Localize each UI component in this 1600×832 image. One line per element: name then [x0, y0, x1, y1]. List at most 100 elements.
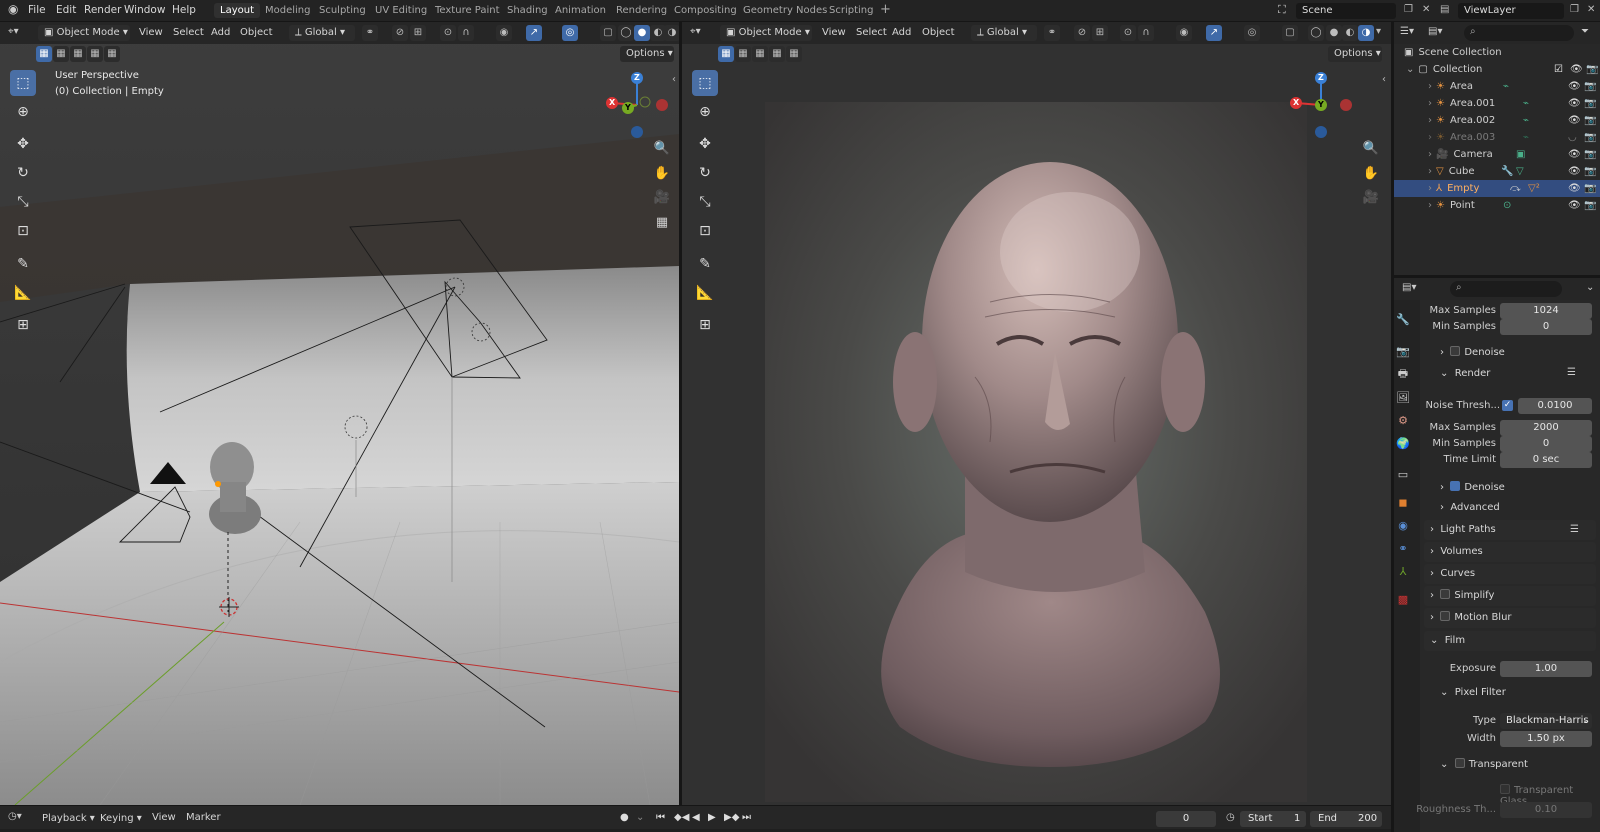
exposure-field[interactable]: 1.00: [1500, 661, 1592, 677]
scene-icon[interactable]: ⛶: [1278, 3, 1286, 17]
outliner-editor-icon[interactable]: ☰▾: [1400, 26, 1414, 37]
editor-type-icon[interactable]: ⌖▾: [8, 26, 19, 37]
rendered-shading-icon[interactable]: ◑: [1358, 25, 1374, 41]
viewport-right[interactable]: ⌖▾ ▣ Object Mode ▾ View Select Add Objec…: [682, 22, 1391, 805]
play-reverse-icon[interactable]: ◀: [692, 812, 700, 823]
menu-select[interactable]: Select: [856, 27, 887, 38]
pin-dropdown-icon[interactable]: ⌄: [1586, 282, 1594, 293]
snap-target-icon[interactable]: ⊞: [410, 25, 426, 41]
annotate-tool[interactable]: ✎: [692, 251, 718, 277]
tab-layout[interactable]: Layout: [214, 3, 260, 18]
render-camera-icon[interactable]: 📷: [1584, 95, 1596, 112]
transform-tool[interactable]: ⊡: [10, 218, 36, 244]
visibility-icon[interactable]: ◉: [1176, 25, 1192, 41]
expand-arrow-icon[interactable]: ›: [1428, 81, 1432, 92]
add-workspace-icon[interactable]: +: [880, 2, 891, 17]
overlay-toggle-icon[interactable]: ◎: [562, 25, 578, 41]
zoom-icon[interactable]: 🔍: [651, 138, 673, 160]
options-button[interactable]: Options ▾: [620, 46, 674, 62]
expand-arrow-icon[interactable]: ›: [1428, 200, 1432, 211]
menu-select[interactable]: Select: [173, 27, 204, 38]
pivot-icon[interactable]: ⚭: [1044, 25, 1060, 41]
visibility-icon[interactable]: ◉: [496, 25, 512, 41]
select-new-icon[interactable]: ▦: [718, 46, 734, 62]
new-scene-icon[interactable]: ❐: [1404, 4, 1413, 15]
select-intersect-icon[interactable]: ▦: [786, 46, 802, 62]
keying-menu[interactable]: Keying ▾: [94, 811, 148, 827]
menu-render[interactable]: Render: [84, 4, 121, 16]
eye-icon[interactable]: 👁: [1568, 112, 1581, 129]
light-paths-panel[interactable]: › Light Paths ☰: [1424, 520, 1596, 540]
max-samples-field[interactable]: 1024: [1500, 303, 1592, 319]
outliner-item-area-001[interactable]: › ☀ Area.001 ⌁ 👁 📷: [1428, 95, 1600, 112]
eye-icon[interactable]: 👁: [1568, 197, 1581, 214]
render-camera-icon[interactable]: 📷: [1584, 146, 1596, 163]
menu-add[interactable]: Add: [892, 27, 911, 38]
render-camera-icon[interactable]: 📷: [1586, 61, 1598, 78]
tab-uv-editing[interactable]: UV Editing: [375, 5, 427, 16]
marker-menu[interactable]: Marker: [186, 812, 221, 823]
light-data-icon[interactable]: ⌁: [1523, 95, 1529, 112]
blender-logo-icon[interactable]: ◉: [8, 2, 18, 16]
constraint-icon[interactable]: ⤼: [1510, 180, 1521, 197]
expand-arrow-icon[interactable]: ›: [1428, 98, 1432, 109]
view-layer-selector[interactable]: ViewLayer: [1458, 3, 1564, 19]
material-shading-icon[interactable]: ◐: [1342, 25, 1358, 41]
filter-icon[interactable]: ⏷: [1581, 26, 1589, 37]
noise-threshold-field[interactable]: 0.0100: [1518, 398, 1592, 414]
measure-tool[interactable]: 📐: [10, 280, 36, 306]
ortho-grid-icon[interactable]: ▦: [651, 212, 673, 234]
select-intersect-icon[interactable]: ▦: [104, 46, 120, 62]
menu-window[interactable]: Window: [124, 4, 165, 16]
gizmo-toggle-icon[interactable]: ↗: [1206, 25, 1222, 41]
motion-blur-panel[interactable]: › Motion Blur: [1424, 608, 1596, 628]
rotate-tool[interactable]: ↻: [10, 160, 36, 186]
pixel-filter-subpanel[interactable]: ⌄ Pixel Filter: [1440, 687, 1506, 698]
pan-hand-icon[interactable]: ✋: [651, 163, 673, 185]
solid-shading-icon[interactable]: ●: [1326, 25, 1342, 41]
pan-hand-icon[interactable]: ✋: [1360, 163, 1382, 185]
expand-arrow-icon[interactable]: ›: [1428, 115, 1432, 126]
shading-options-icon[interactable]: ▾: [1376, 26, 1381, 37]
light-data-icon[interactable]: ⌁: [1503, 78, 1509, 95]
curves-panel[interactable]: › Curves: [1424, 564, 1596, 584]
texture-tab-icon[interactable]: ▩: [1395, 592, 1411, 608]
camera-view-icon[interactable]: 🎥: [651, 187, 673, 209]
min-samples-render-field[interactable]: 0: [1500, 436, 1592, 452]
select-invert-icon[interactable]: ▦: [769, 46, 785, 62]
menu-edit[interactable]: Edit: [56, 4, 76, 16]
rotate-tool[interactable]: ↻: [692, 160, 718, 186]
camera-view-icon[interactable]: 🎥: [1360, 187, 1382, 209]
outliner-item-area[interactable]: › ☀ Area ⌁ 👁 📷: [1428, 78, 1600, 95]
delete-scene-icon[interactable]: ✕: [1422, 4, 1430, 15]
presets-list-icon[interactable]: ☰: [1567, 367, 1576, 378]
presets-list-icon[interactable]: ☰: [1570, 520, 1579, 540]
eye-icon[interactable]: 👁: [1568, 163, 1581, 180]
rendered-shading-icon[interactable]: ◑: [664, 25, 679, 41]
falloff-icon[interactable]: ∩: [458, 25, 474, 41]
modifier-icon[interactable]: 🔧: [1501, 163, 1513, 180]
outliner-item-area-003[interactable]: › ☀ Area.003 ⌁ ◡ 📷: [1428, 129, 1600, 146]
camera-data-icon[interactable]: ▣: [1516, 146, 1525, 163]
tab-compositing[interactable]: Compositing: [674, 5, 737, 16]
outliner-search[interactable]: ⌕: [1464, 25, 1574, 41]
move-tool[interactable]: ✥: [10, 131, 36, 157]
simplify-panel[interactable]: › Simplify: [1424, 586, 1596, 606]
select-extend-icon[interactable]: ▦: [735, 46, 751, 62]
menu-object[interactable]: Object: [922, 27, 955, 38]
denoise-render-checkbox[interactable]: [1450, 481, 1461, 491]
editor-type-icon[interactable]: ⌖▾: [690, 26, 701, 37]
menu-view[interactable]: View: [822, 27, 846, 38]
jump-keyframe-forward-icon[interactable]: ▶◆: [724, 812, 739, 823]
orientation-selector[interactable]: ⟂ Global ▾: [971, 25, 1037, 41]
motion-blur-checkbox[interactable]: [1440, 611, 1451, 621]
keying-set-dropdown-icon[interactable]: ⌄: [636, 812, 644, 823]
annotate-tool[interactable]: ✎: [10, 251, 36, 277]
select-extend-icon[interactable]: ▦: [53, 46, 69, 62]
expand-arrow-icon[interactable]: ›: [1428, 183, 1432, 194]
constraint-tab-icon[interactable]: ⚭: [1395, 541, 1411, 557]
view-layer-icon[interactable]: ▤: [1440, 4, 1449, 15]
sidebar-toggle-icon[interactable]: ‹: [672, 74, 676, 85]
select-subtract-icon[interactable]: ▦: [752, 46, 768, 62]
new-view-layer-icon[interactable]: ❐: [1570, 4, 1579, 15]
